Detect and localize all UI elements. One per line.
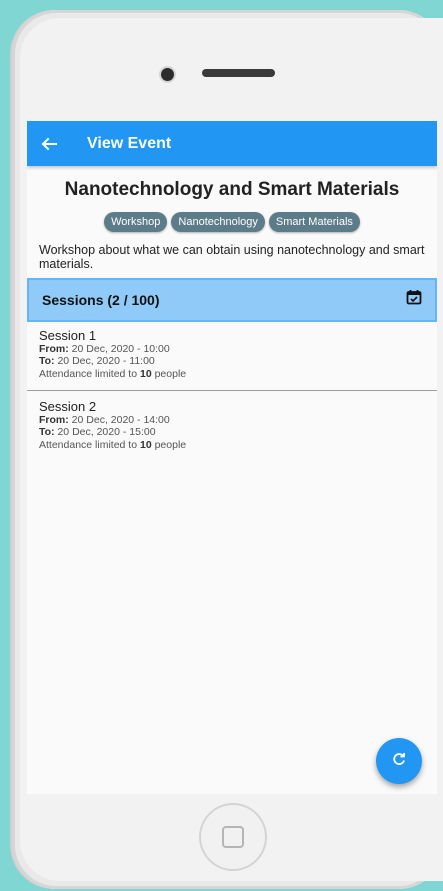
tag-chip[interactable]: Nanotechnology (171, 212, 265, 232)
session-divider (27, 389, 437, 391)
sessions-count-label: Sessions (2 / 100) (42, 291, 160, 308)
home-square-icon (222, 826, 244, 848)
event-title: Nanotechnology and Smart Materials (64, 179, 400, 200)
session-name: Session 2 (39, 398, 97, 414)
session-to: To: 20 Dec, 2020 - 11:00 (39, 355, 155, 368)
speaker-grill (202, 69, 275, 77)
home-button[interactable] (201, 805, 265, 869)
arrow-left-icon[interactable] (41, 136, 63, 152)
session-attendance: Attendance limited to 10 people (39, 438, 187, 451)
calendar-check-icon[interactable] (406, 289, 422, 310)
session-item[interactable]: Session 1 From: 20 Dec, 2020 - 10:00 To:… (27, 322, 437, 388)
session-attendance: Attendance limited to 10 people (39, 367, 187, 380)
session-name: Session 1 (39, 327, 97, 343)
event-description: Workshop about what we can obtain using … (39, 243, 425, 272)
app-screen: View Event Nanotechnology and Smart Mate… (27, 121, 437, 794)
tag-chip[interactable]: Workshop (104, 212, 168, 232)
session-item[interactable]: Session 2 From: 20 Dec, 2020 - 14:00 To:… (27, 393, 437, 459)
session-from: From: 20 Dec, 2020 - 10:00 (39, 342, 170, 355)
front-camera (161, 68, 174, 81)
app-bar-title: View Event (87, 134, 172, 152)
tag-chip[interactable]: Smart Materials (268, 212, 360, 232)
refresh-icon (391, 751, 407, 772)
session-from: From: 20 Dec, 2020 - 14:00 (39, 413, 170, 426)
app-bar: View Event (27, 121, 437, 166)
tag-list: Workshop Nanotechnology Smart Materials (27, 212, 437, 232)
sessions-header[interactable]: Sessions (2 / 100) (27, 277, 437, 322)
session-to: To: 20 Dec, 2020 - 15:00 (39, 426, 156, 439)
refresh-button[interactable] (376, 738, 422, 784)
